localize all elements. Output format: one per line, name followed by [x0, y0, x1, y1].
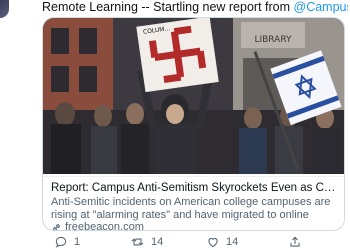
- card-image[interactable]: LIBRARY COLUM...: [43, 18, 344, 174]
- like-count: 14: [226, 236, 239, 248]
- tweet-text-body: Remote Learning -- Startling new report …: [42, 0, 294, 14]
- share-icon: [290, 236, 300, 247]
- card-domain-text: freebeacon.com: [65, 221, 144, 231]
- retweet-icon: [131, 238, 144, 246]
- tweet-actions: 1 14 14: [42, 235, 342, 249]
- card-title[interactable]: Report: Campus Anti-Semitism Skyrockets …: [51, 181, 339, 195]
- card-description: Anti-Semitic incidents on American colle…: [51, 196, 331, 221]
- link-icon: [53, 223, 60, 230]
- link-card[interactable]: LIBRARY COLUM... Report: Campus Anti-Sem…: [42, 17, 345, 231]
- like-button[interactable]: 14: [206, 235, 238, 249]
- reply-icon: [55, 236, 67, 248]
- tweet-text: Remote Learning -- Startling new report …: [42, 0, 348, 15]
- avatar[interactable]: [0, 0, 9, 18]
- retweet-button[interactable]: 14: [130, 235, 163, 249]
- reply-button[interactable]: 1: [54, 235, 80, 249]
- mention-link[interactable]: @CampusFairness: [294, 0, 349, 14]
- protest-photo: LIBRARY COLUM...: [43, 18, 344, 174]
- library-sign: LIBRARY: [254, 35, 292, 45]
- card-domain[interactable]: freebeacon.com: [51, 221, 144, 231]
- card-body[interactable]: Report: Campus Anti-Semitism Skyrockets …: [43, 176, 344, 231]
- reply-count: 1: [74, 236, 81, 248]
- share-button[interactable]: [288, 235, 308, 249]
- retweet-count: 14: [151, 236, 164, 248]
- heart-icon: [208, 238, 218, 248]
